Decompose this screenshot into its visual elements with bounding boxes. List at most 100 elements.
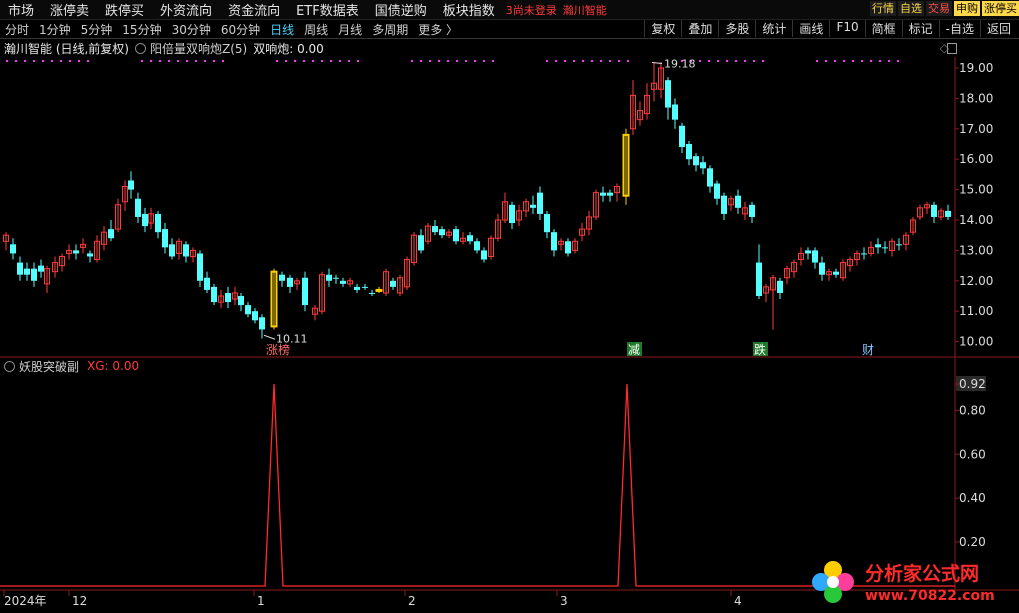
time-tick-label: 2024年 <box>4 594 47 608</box>
candle-body <box>882 247 888 249</box>
signal-dot <box>186 60 188 62</box>
candle-body <box>509 204 515 224</box>
candle-body <box>142 213 148 227</box>
signal-dot <box>6 60 8 62</box>
candle-body <box>24 268 30 275</box>
candle-body <box>537 192 543 214</box>
candle-body <box>686 144 692 160</box>
signal-dot <box>330 60 332 62</box>
signal-dot <box>852 60 854 62</box>
candle-body <box>108 229 114 239</box>
signal-dot <box>222 60 224 62</box>
candle-body <box>211 286 217 303</box>
candle-body <box>530 204 536 208</box>
flower-icon <box>812 561 854 603</box>
signal-dot <box>834 60 836 62</box>
signal-dot <box>870 60 872 62</box>
signal-dot <box>213 60 215 62</box>
signal-dot <box>87 60 89 62</box>
candle-body <box>87 253 93 257</box>
candle-body <box>302 277 308 306</box>
candle-body <box>155 213 161 233</box>
signal-dot <box>573 60 575 62</box>
candle-body <box>707 168 713 187</box>
signal-dot <box>843 60 845 62</box>
signal-dot <box>879 60 881 62</box>
sub-tick-label: 0.80 <box>959 403 986 417</box>
candle-body <box>362 286 368 288</box>
marker-reduce: 减 <box>628 343 640 357</box>
signal-dot <box>465 60 467 62</box>
signal-dot <box>150 60 152 62</box>
signal-dot <box>420 60 422 62</box>
candle-body <box>679 125 685 148</box>
candle-body <box>326 274 332 281</box>
signal-dot <box>294 60 296 62</box>
signal-dot <box>735 60 737 62</box>
signal-dot <box>429 60 431 62</box>
signal-dot <box>159 60 161 62</box>
sub-tick-label: 0.92 <box>959 377 986 391</box>
signal-dot <box>42 60 44 62</box>
candle-body <box>551 232 557 251</box>
candle-body <box>369 292 375 294</box>
price-tick-label: 10.00 <box>959 335 993 349</box>
signal-dot <box>285 60 287 62</box>
candle-body <box>135 198 141 217</box>
candle-body <box>756 262 762 296</box>
signal-dot <box>582 60 584 62</box>
signal-dot <box>177 60 179 62</box>
candle-body <box>565 241 571 254</box>
signal-dot <box>627 60 629 62</box>
high-price-label: 19.18 <box>664 58 696 71</box>
candle-body <box>432 226 438 233</box>
signal-dot <box>60 60 62 62</box>
candle-body <box>812 250 818 263</box>
price-tick-label: 16.00 <box>959 152 993 166</box>
signal-dot <box>69 60 71 62</box>
price-tick-label: 17.00 <box>959 122 993 136</box>
sub-tick-label: 0.60 <box>959 447 986 461</box>
candle-body <box>474 241 480 251</box>
candle-body <box>672 104 678 120</box>
chart-canvas[interactable]: 19.00 18.00 17.00 16.00 15.00 14.00 13.00 12.00… <box>0 0 1019 613</box>
candle-body <box>665 80 671 108</box>
candle-body <box>169 244 175 257</box>
candle-body <box>279 274 285 281</box>
time-tick-label: 3 <box>560 594 568 608</box>
signal-dot <box>816 60 818 62</box>
signal-dot <box>591 60 593 62</box>
candle-body <box>931 204 937 217</box>
candle-body <box>354 286 360 290</box>
candle-body <box>252 311 258 321</box>
marker-finance: 财 <box>862 343 874 357</box>
candle-body <box>819 262 825 275</box>
candle-body <box>38 265 44 272</box>
candle-body <box>340 280 346 284</box>
watermark-url: www.70822.com <box>865 588 995 604</box>
signal-dot <box>708 60 710 62</box>
signal-dot <box>897 60 899 62</box>
candle-body <box>945 210 951 217</box>
signal-dot <box>348 60 350 62</box>
candle-body <box>777 280 783 293</box>
signal-dot <box>339 60 341 62</box>
candle-body <box>700 162 706 169</box>
candle-body <box>17 262 23 275</box>
time-tick-label: 1 <box>257 594 265 608</box>
signal-dot <box>744 60 746 62</box>
sub-tick-label: 0.20 <box>959 535 986 549</box>
candle-body <box>896 244 902 246</box>
signal-dot <box>546 60 548 62</box>
candle-body <box>467 235 473 242</box>
candle-body <box>197 253 203 281</box>
signal-dot <box>438 60 440 62</box>
signal-dot <box>762 60 764 62</box>
candle-body <box>735 195 741 208</box>
candle-body <box>714 183 720 199</box>
signal-dot <box>312 60 314 62</box>
price-tick-label: 11.00 <box>959 304 993 318</box>
signal-dot <box>303 60 305 62</box>
marker-drop: 跌 <box>754 342 766 357</box>
candle-body <box>204 277 210 290</box>
